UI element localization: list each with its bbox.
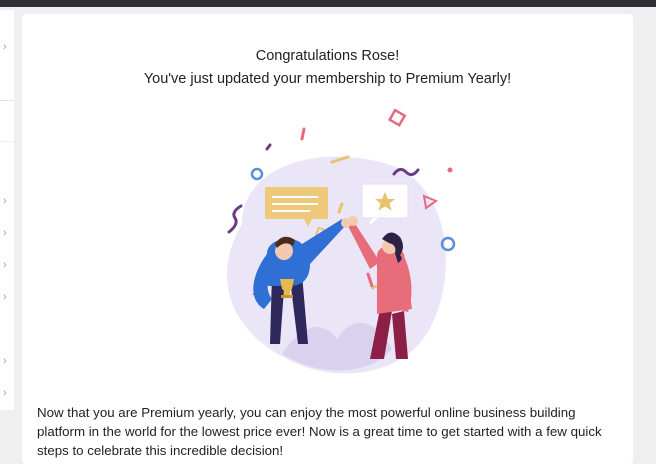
sidebar-panel-middle	[0, 100, 14, 141]
chevron-right-icon[interactable]: ›	[3, 356, 7, 367]
chevron-right-icon[interactable]: ›	[3, 228, 7, 239]
high-five-illustration	[227, 108, 456, 374]
chevron-right-icon[interactable]: ›	[3, 388, 7, 399]
sidebar-panel-top: ›	[0, 10, 14, 100]
trophy-icon	[280, 279, 294, 298]
chevron-right-icon[interactable]: ›	[3, 42, 7, 53]
congrats-title: Congratulations Rose!	[255, 48, 400, 64]
congratulations-card: Congratulations Rose! You've just update…	[22, 14, 633, 464]
membership-subtitle: You've just updated your membership to P…	[143, 71, 512, 87]
chevron-right-icon[interactable]: ›	[3, 196, 7, 207]
membership-message: Now that you are Premium yearly, you can…	[37, 405, 602, 458]
chevron-right-icon[interactable]: ›	[3, 260, 7, 271]
sidebar-panel-list: › › › › › ›	[0, 142, 14, 410]
chevron-right-icon[interactable]: ›	[3, 292, 7, 303]
top-bar	[0, 0, 656, 7]
